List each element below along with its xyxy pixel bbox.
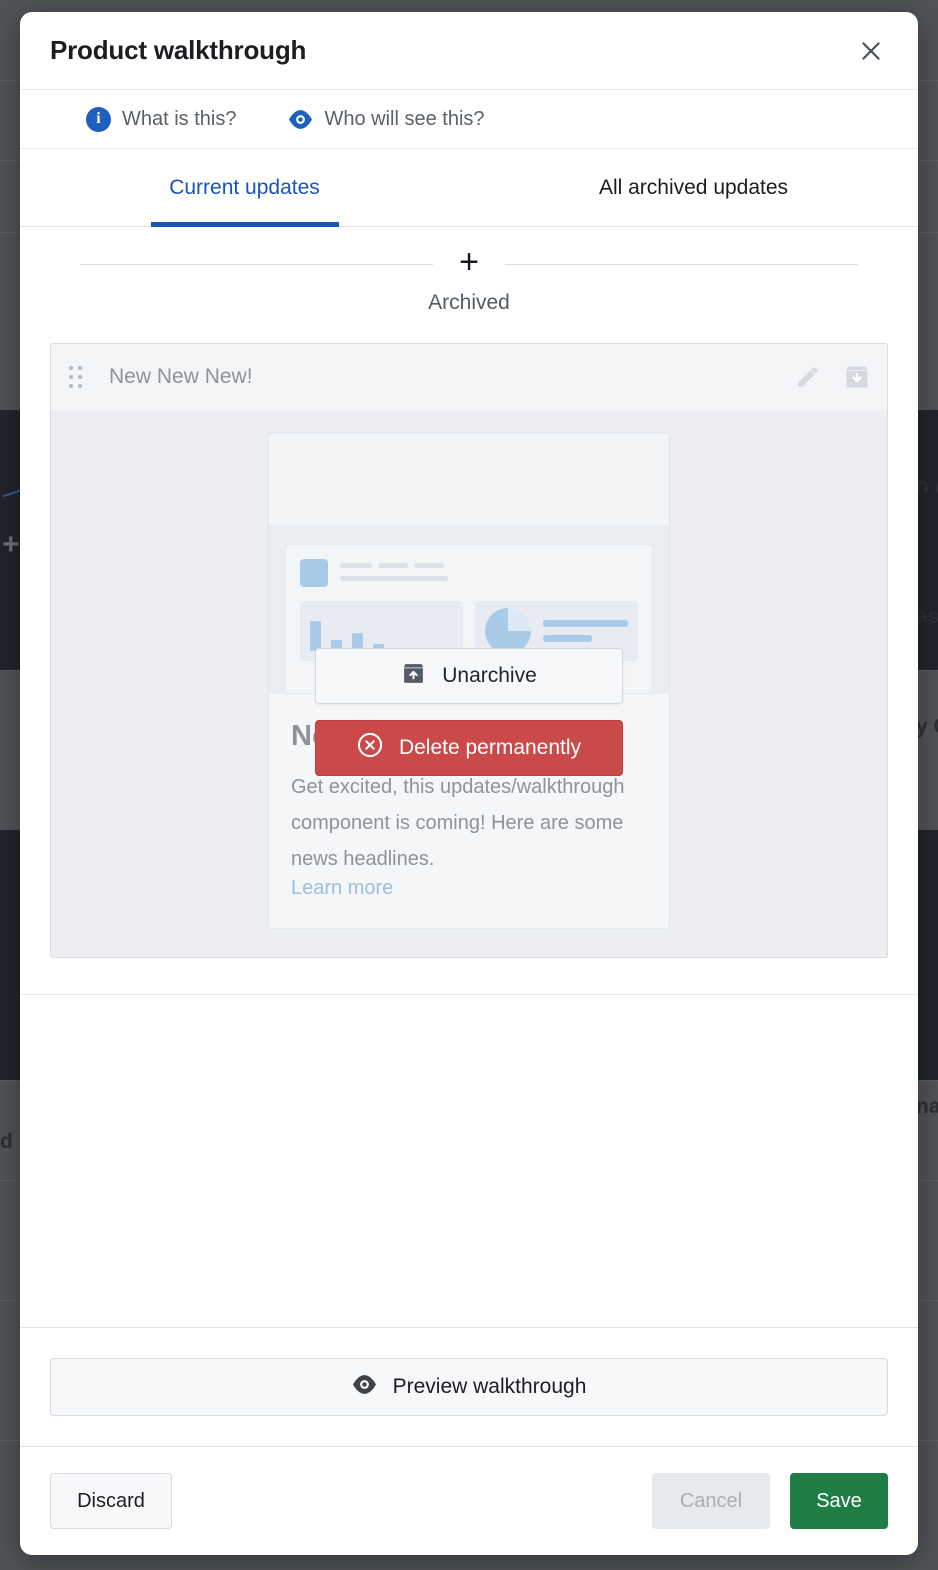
delete-permanently-label: Delete permanently <box>398 736 582 759</box>
delete-circle-icon <box>357 732 383 764</box>
archived-item-title: New New New! <box>109 365 253 388</box>
illus-bars <box>310 611 453 651</box>
plus-icon: + <box>459 243 479 281</box>
info-icon: i <box>86 106 111 132</box>
archived-overlay-actions: Unarchive Delete permanently <box>315 648 623 776</box>
eye-icon <box>288 109 313 129</box>
backdrop-plus-icon: + <box>2 528 20 561</box>
unarchive-button[interactable]: Unarchive <box>315 648 623 704</box>
archived-section-label: Archived <box>428 291 510 314</box>
helper-links-bar: i What is this? Who will see this? <box>20 90 918 149</box>
backdrop-text: na <box>916 1095 938 1118</box>
illus-line <box>378 563 408 568</box>
empty-section <box>20 994 918 1083</box>
illus-legend-line <box>543 620 628 627</box>
preview-blank-area <box>269 433 669 526</box>
what-is-this-label: What is this? <box>122 107 237 130</box>
page-title: Product walkthrough <box>50 35 307 65</box>
archive-down-icon[interactable] <box>843 363 871 391</box>
archived-item-actions <box>795 363 871 391</box>
illus-line <box>414 563 444 568</box>
illus-bar <box>310 621 321 651</box>
preview-walkthrough-button[interactable]: Preview walkthrough <box>50 1358 888 1416</box>
delete-permanently-button[interactable]: Delete permanently <box>315 720 623 776</box>
backdrop-text: as <box>916 605 938 628</box>
discard-button[interactable]: Discard <box>50 1473 172 1529</box>
illus-pie-legend <box>543 620 628 642</box>
who-will-see-this-link[interactable]: Who will see this? <box>288 107 485 131</box>
preview-walkthrough-band: Preview walkthrough <box>20 1327 918 1446</box>
backdrop-text: n A <box>916 475 938 498</box>
illus-line <box>340 563 372 568</box>
archived-item-preview: New New New! Get excited, this updates/w… <box>51 410 887 957</box>
preview-body-text: Get excited, this updates/walkthrough co… <box>291 776 625 870</box>
eye-icon <box>352 1374 377 1400</box>
illus-pie-wrap <box>485 608 628 654</box>
illus-logo-block <box>300 559 328 587</box>
illus-legend-line <box>543 635 593 642</box>
unarchive-label: Unarchive <box>442 664 537 687</box>
tab-bar: Current updates All archived updates <box>20 149 918 227</box>
modal-footer: Discard Cancel Save <box>20 1446 918 1555</box>
archived-item-header: New New New! <box>51 344 887 410</box>
who-will-see-this-label: Who will see this? <box>324 107 485 130</box>
save-button[interactable]: Save <box>790 1473 888 1529</box>
footer-right-actions: Cancel Save <box>652 1473 888 1529</box>
tab-all-archived-updates-label: All archived updates <box>598 175 789 199</box>
pencil-icon[interactable] <box>795 364 821 390</box>
unarchive-icon <box>401 661 426 692</box>
illus-line-row <box>340 563 448 568</box>
preview-walkthrough-label: Preview walkthrough <box>392 1375 587 1398</box>
close-icon[interactable] <box>854 34 888 68</box>
backdrop-text: y C <box>916 715 938 738</box>
discard-label: Discard <box>77 1489 145 1512</box>
modal-header: Product walkthrough <box>20 12 918 90</box>
divider-line-right <box>504 263 859 265</box>
product-walkthrough-modal: Product walkthrough i What is this? Who … <box>20 12 918 1555</box>
what-is-this-link[interactable]: i What is this? <box>86 106 237 132</box>
tab-current-updates[interactable]: Current updates <box>20 149 469 226</box>
add-archived-divider[interactable]: + <box>20 245 918 279</box>
save-label: Save <box>816 1489 862 1512</box>
cancel-label: Cancel <box>679 1489 743 1512</box>
archived-item-card: New New New! Get excited, this updates/w… <box>50 343 888 958</box>
tab-all-archived-updates[interactable]: All archived updates <box>469 149 918 226</box>
learn-more-link[interactable]: Learn more <box>291 877 647 900</box>
cancel-button[interactable]: Cancel <box>652 1473 770 1529</box>
drag-handle-icon[interactable] <box>69 366 87 388</box>
tab-current-updates-label: Current updates <box>169 175 320 199</box>
backdrop-text: d <box>0 1130 13 1153</box>
modal-body: + Archived New New New! Get excited, thi… <box>20 227 918 1327</box>
illus-text-lines <box>340 559 448 581</box>
illus-header-row <box>300 559 638 587</box>
divider-line-left <box>80 263 434 265</box>
illus-line <box>340 576 448 581</box>
